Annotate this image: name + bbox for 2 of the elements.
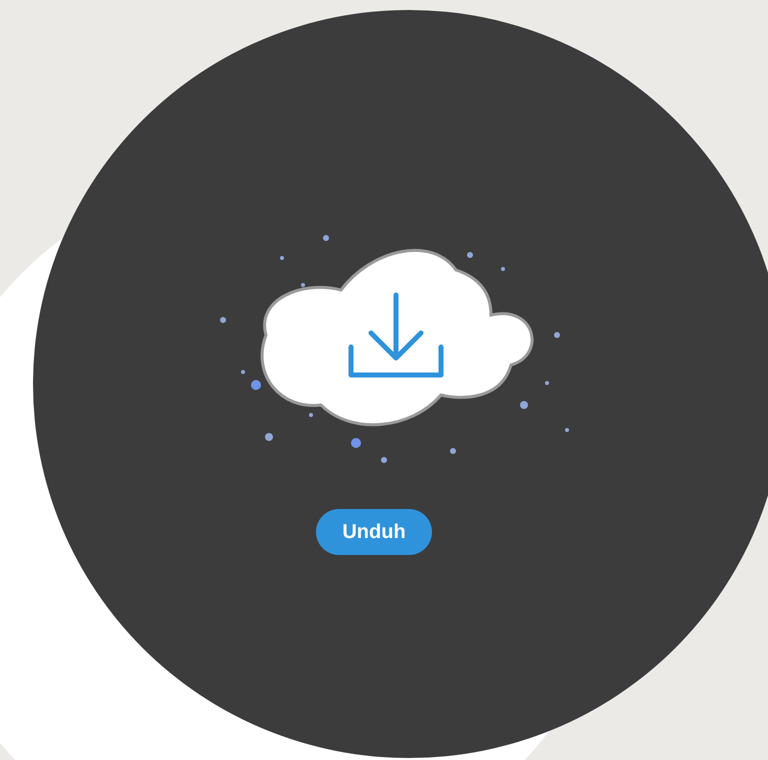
download-icon	[348, 292, 444, 378]
download-button[interactable]: Unduh	[316, 509, 432, 555]
